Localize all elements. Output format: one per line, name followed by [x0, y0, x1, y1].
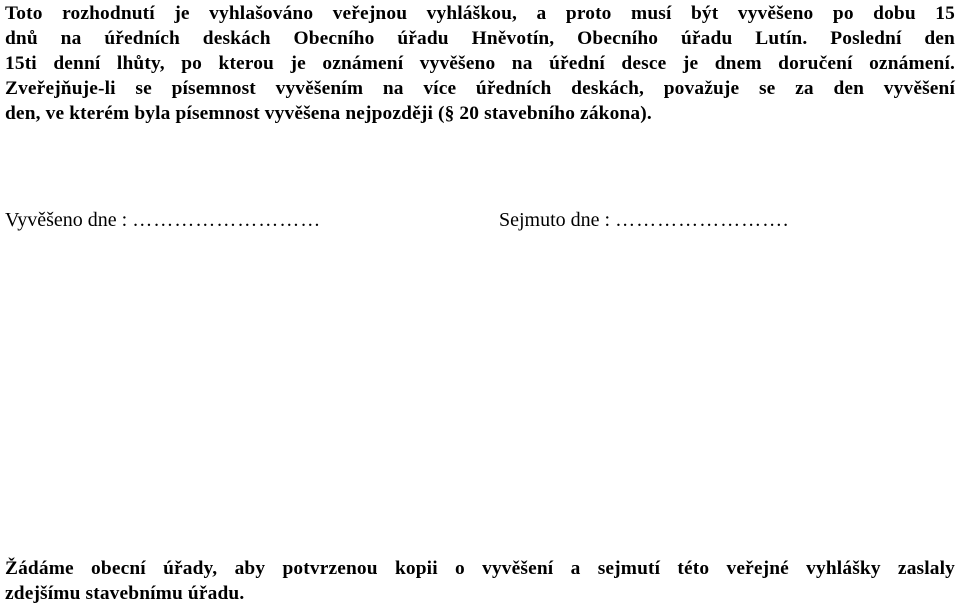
- removed-date-label: Sejmuto dne :: [499, 209, 611, 231]
- notice-paragraph: Toto rozhodnutí je vyhlašováno veřejnou …: [5, 1, 955, 126]
- posted-date-field: Vyvěšeno dne : ………………………: [5, 209, 321, 232]
- removed-date-blank: …………………….: [615, 209, 790, 231]
- request-line: Žádáme obecní úřady, aby potvrzenou kopi…: [5, 558, 955, 579]
- notice-line: Zveřejňuje-li se písemnost vyvěšením na …: [5, 78, 955, 99]
- notice-line: den, ve kterém byla písemnost vyvěšena n…: [5, 103, 652, 124]
- posted-date-blank: ………………………: [132, 209, 322, 231]
- notice-line: Toto rozhodnutí je vyhlašováno veřejnou …: [5, 3, 955, 24]
- notice-line: 15ti denní lhůty, po kterou je oznámení …: [5, 53, 955, 74]
- posted-date-label: Vyvěšeno dne :: [5, 209, 128, 231]
- request-line: zdejšímu stavebnímu úřadu.: [5, 583, 245, 604]
- request-paragraph: Žádáme obecní úřady, aby potvrzenou kopi…: [5, 556, 955, 606]
- notice-line: dnů na úředních deskách Obecního úřadu H…: [5, 28, 955, 49]
- posting-dates-section: Vyvěšeno dne : ……………………… Sejmuto dne : ……: [0, 209, 960, 239]
- removed-date-field: Sejmuto dne : …………………….: [499, 209, 789, 232]
